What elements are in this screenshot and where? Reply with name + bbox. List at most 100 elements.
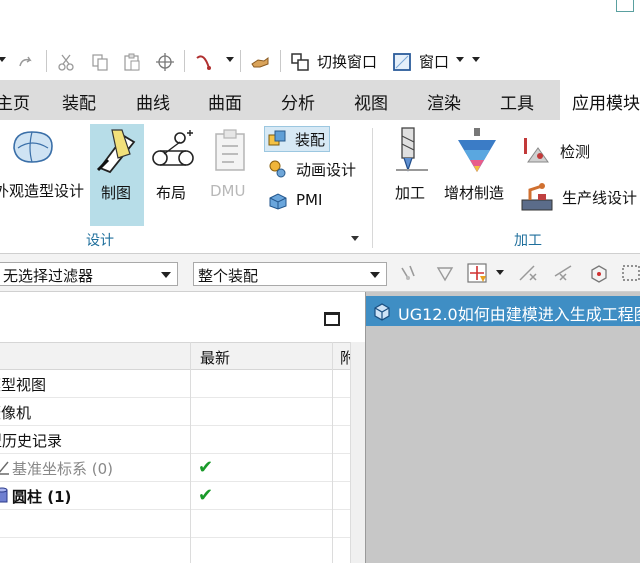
dmu-button[interactable]: DMU bbox=[204, 124, 256, 226]
snap-bounding-box-icon[interactable] bbox=[620, 262, 640, 284]
column-latest[interactable]: 最新 bbox=[200, 347, 230, 368]
window-icon[interactable] bbox=[392, 52, 412, 72]
pmi-icon bbox=[269, 193, 287, 210]
table-row[interactable]: 圆柱 (1) ✔ bbox=[0, 482, 350, 510]
tab-assembly[interactable]: 装配 bbox=[62, 89, 96, 114]
part-navigator-panel: 最新 附 模型视图 摄像机 模型历史记录 基准坐标系 (0) ✔ 圆柱 (1) … bbox=[0, 292, 365, 563]
switch-window-label[interactable]: 切换窗口 bbox=[317, 51, 377, 72]
chevron-down-icon[interactable] bbox=[351, 236, 359, 241]
design-group-label: 设计 bbox=[86, 233, 114, 249]
tab-render[interactable]: 渲染 bbox=[427, 89, 461, 114]
dmu-label: DMU bbox=[210, 182, 246, 200]
quick-access-toolbar: 切换窗口 窗口 bbox=[0, 44, 640, 78]
column-divider bbox=[190, 342, 191, 563]
filter-icon[interactable] bbox=[398, 262, 420, 284]
chevron-down-icon[interactable] bbox=[472, 57, 480, 62]
window-corner-button[interactable] bbox=[616, 0, 634, 12]
paste-icon[interactable] bbox=[122, 52, 142, 72]
switch-window-icon[interactable] bbox=[290, 52, 310, 72]
chevron-down-icon[interactable] bbox=[456, 57, 464, 62]
drafting-icon bbox=[96, 129, 136, 174]
tab-tools[interactable]: 工具 bbox=[500, 89, 534, 114]
manufacturing-group-label: 加工 bbox=[514, 233, 542, 249]
additive-manufacturing-button[interactable]: 增材制造 bbox=[444, 124, 508, 226]
motion-icon bbox=[269, 160, 286, 178]
ribbon-tab-bar: 主页 装配 曲线 曲面 分析 视图 渲染 工具 应用模块 bbox=[0, 80, 640, 120]
tab-home[interactable]: 主页 bbox=[0, 89, 30, 114]
pmi-button[interactable]: PMI bbox=[268, 188, 322, 212]
layout-label: 布局 bbox=[156, 184, 187, 202]
row-latest: ✔ bbox=[198, 457, 214, 478]
datum-csys-icon bbox=[0, 461, 9, 475]
graphics-window-tab[interactable]: UG12.0如何由建模进入生成工程图 bbox=[366, 296, 640, 326]
part-file-icon bbox=[374, 303, 390, 321]
graphics-window[interactable]: UG12.0如何由建模进入生成工程图 bbox=[365, 292, 640, 563]
additive-manufacturing-label: 增材制造 bbox=[444, 184, 505, 202]
line-designer-label: 生产线设计 bbox=[562, 188, 638, 207]
cut-icon[interactable] bbox=[56, 52, 76, 72]
layout-icon bbox=[152, 130, 194, 166]
selection-bar: 无选择过滤器 整个装配 bbox=[0, 254, 640, 292]
navigator-header bbox=[0, 292, 365, 342]
table-row bbox=[0, 510, 350, 538]
selection-scope-dropdown[interactable]: 整个装配 bbox=[193, 262, 387, 286]
navigator-scrollbar[interactable] bbox=[350, 342, 365, 563]
machining-icon bbox=[396, 127, 428, 172]
snap-midpoint-icon[interactable] bbox=[552, 262, 574, 284]
inspection-label: 检测 bbox=[560, 142, 591, 161]
tab-view[interactable]: 视图 bbox=[354, 89, 388, 114]
toolbar-divider bbox=[46, 50, 47, 72]
table-row[interactable]: 摄像机 bbox=[0, 398, 350, 426]
chevron-down-icon[interactable] bbox=[226, 57, 234, 62]
row-name: 摄像机 bbox=[0, 404, 32, 422]
title-bar bbox=[0, 0, 640, 40]
table-row[interactable]: 基准坐标系 (0) ✔ bbox=[0, 454, 350, 482]
row-latest: ✔ bbox=[198, 485, 214, 506]
selection-scope-value: 整个装配 bbox=[198, 267, 259, 285]
window-menu-label[interactable]: 窗口 bbox=[419, 51, 449, 72]
move-object-icon[interactable] bbox=[155, 52, 175, 72]
inspection-button[interactable]: 检测 bbox=[520, 136, 590, 166]
touch-mode-icon[interactable] bbox=[250, 52, 270, 72]
table-row[interactable]: 模型历史记录 bbox=[0, 426, 350, 454]
group-divider bbox=[372, 128, 373, 248]
maximize-panel-icon[interactable] bbox=[324, 312, 340, 326]
layout-button[interactable]: 布局 bbox=[148, 124, 198, 226]
chevron-down-icon[interactable] bbox=[0, 57, 6, 62]
snap-center-icon[interactable] bbox=[588, 262, 610, 284]
machining-button[interactable]: 加工 bbox=[388, 124, 434, 226]
tab-analysis[interactable]: 分析 bbox=[281, 89, 315, 114]
pmi-label: PMI bbox=[296, 191, 323, 209]
snap-point-icon[interactable] bbox=[466, 262, 488, 284]
shape-studio-icon bbox=[13, 131, 53, 163]
assembly-button[interactable]: 装配 bbox=[264, 126, 331, 152]
table-row bbox=[0, 538, 350, 563]
line-designer-icon bbox=[521, 183, 553, 211]
tab-surface[interactable]: 曲面 bbox=[208, 89, 242, 114]
row-name: 模型视图 bbox=[0, 376, 47, 394]
line-designer-button[interactable]: 生产线设计 bbox=[520, 180, 637, 214]
tab-curve[interactable]: 曲线 bbox=[136, 89, 170, 114]
drafting-button[interactable]: 制图 bbox=[90, 124, 144, 226]
chevron-down-icon[interactable] bbox=[496, 270, 504, 275]
row-name: 圆柱 (1) bbox=[12, 488, 72, 506]
navigator-column-header: 最新 附 bbox=[0, 342, 355, 370]
assembly-icon bbox=[268, 130, 286, 146]
drafting-label: 制图 bbox=[101, 184, 132, 202]
copy-icon[interactable] bbox=[90, 52, 110, 72]
type-filter-dropdown[interactable]: 无选择过滤器 bbox=[0, 262, 178, 286]
select-arrow-icon[interactable] bbox=[434, 262, 456, 284]
type-filter-value: 无选择过滤器 bbox=[3, 267, 94, 285]
tab-applications[interactable]: 应用模块 bbox=[560, 80, 640, 120]
toolbar-divider bbox=[280, 50, 281, 72]
shape-studio-button[interactable]: 外观造型设计 bbox=[0, 120, 84, 228]
toolbar-divider bbox=[184, 50, 185, 72]
ribbon-panel: 外观造型设计 制图 布局 DMU 装配 动画设计 PMI 设计 加工 增材制造 … bbox=[0, 120, 640, 254]
redo-icon[interactable] bbox=[16, 52, 36, 72]
snap-endpoint-icon[interactable] bbox=[516, 262, 538, 284]
table-row[interactable]: 模型视图 bbox=[0, 370, 350, 398]
motion-button[interactable]: 动画设计 bbox=[268, 157, 356, 181]
additive-manufacturing-icon bbox=[458, 128, 496, 172]
chevron-down-icon bbox=[370, 272, 380, 278]
curve-command-icon[interactable] bbox=[194, 52, 214, 72]
